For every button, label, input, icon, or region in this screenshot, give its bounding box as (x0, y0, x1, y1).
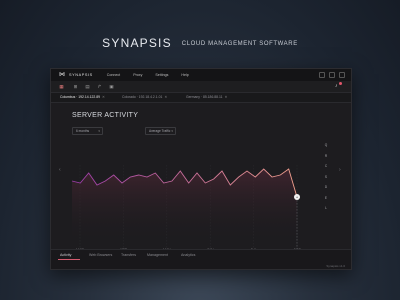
server-tabs: Columbus · 192.14.122.89 ✕ Colorado · 192… (51, 93, 351, 103)
share-icon[interactable]: ↱ (97, 84, 102, 89)
series-area (72, 169, 297, 243)
main-panel: MARAPRMAYJUNJULAUG+ SERVER ACTIVITY 6 mo… (51, 103, 351, 266)
close-button[interactable] (339, 72, 345, 78)
title-bar: ⋈ SYNAPSIS Connect Proxy Settings Help (51, 69, 351, 81)
menu-connect[interactable]: Connect (107, 73, 120, 77)
hero-tagline: CLOUD MANAGEMENT SOFTWARE (181, 41, 298, 47)
hero-header: SYNAPSIS CLOUD MANAGEMENT SOFTWARE (0, 34, 400, 52)
tiles-icon[interactable]: ▤ (85, 84, 90, 89)
section-title: SERVER ACTIVITY (72, 112, 139, 119)
menu-bar: Connect Proxy Settings Help (107, 73, 202, 77)
menu-proxy[interactable]: Proxy (133, 73, 142, 77)
menu-help[interactable]: Help (181, 73, 188, 77)
toolbar: ▦ ⊞ ▤ ↱ ▣ ♪ (51, 81, 351, 93)
app-name: SYNAPSIS (69, 73, 93, 77)
server-tab-label: Colorado · 192.18.4.2.1.01 (122, 94, 163, 99)
tab-analytics[interactable]: Analytics (181, 253, 195, 257)
close-icon[interactable]: ✕ (225, 95, 228, 99)
period-dropdown[interactable]: 6 months ▾ (72, 127, 103, 135)
legend-label: S (324, 174, 328, 179)
logo-icon: ⋈ (59, 72, 65, 78)
chevron-right-icon[interactable]: › (339, 167, 341, 173)
tab-management[interactable]: Management (147, 253, 168, 257)
maximize-button[interactable] (329, 72, 335, 78)
legend-label: D (324, 185, 328, 189)
server-tab-label: Columbus · 192.14.122.89 (60, 94, 100, 99)
close-icon[interactable]: ✕ (102, 95, 105, 99)
metric-dropdown-value: Average Traffic (149, 129, 171, 133)
minimize-button[interactable] (319, 72, 325, 78)
legend-label: E (324, 195, 328, 200)
server-tab[interactable]: Germany · 85.186.88.11 ✕ (183, 95, 227, 100)
notification-icon[interactable]: ♪ (335, 82, 342, 89)
chevron-down-icon: ▾ (98, 129, 100, 133)
server-tab-label: Germany · 85.186.88.11 (186, 94, 223, 99)
legend-label: Q (324, 143, 328, 147)
legend-label: C (324, 164, 328, 168)
notification-dot (339, 82, 342, 85)
metric-dropdown[interactable]: Average Traffic ▾ (145, 127, 176, 135)
legend-label: R (324, 153, 328, 158)
chevron-down-icon: ▾ (171, 129, 173, 133)
hero-brand: SYNAPSIS (102, 36, 172, 50)
window-controls (315, 72, 345, 78)
period-dropdown-value: 6 months (76, 129, 90, 133)
lock-icon[interactable]: ▣ (109, 84, 114, 89)
activity-chart: MARAPRMAYJUNJULAUG+ (71, 165, 301, 249)
bottom-tabs: Activity Web Browsers Transfers Manageme… (51, 249, 351, 269)
server-tab[interactable]: Colorado · 192.18.4.2.1.01 ✕ (119, 95, 167, 100)
active-tab-indicator (58, 259, 80, 260)
add-icon[interactable]: ⊞ (73, 84, 78, 89)
tab-transfers[interactable]: Transfers (121, 253, 136, 257)
status-text: Synapsis v1.0 (326, 264, 345, 268)
app-window: ⋈ SYNAPSIS Connect Proxy Settings Help ▦… (50, 68, 352, 270)
chart-legend: Q R C S D E L (322, 143, 330, 217)
legend-label: L (325, 206, 327, 210)
close-icon[interactable]: ✕ (164, 95, 167, 99)
chevron-left-icon[interactable]: ‹ (59, 167, 61, 173)
tab-activity[interactable]: Activity (60, 253, 71, 257)
server-tab[interactable]: Columbus · 192.14.122.89 ✕ (57, 95, 105, 100)
grid-icon[interactable]: ▦ (59, 84, 64, 89)
menu-settings[interactable]: Settings (155, 73, 168, 77)
tab-web-browsers[interactable]: Web Browsers (89, 253, 112, 257)
